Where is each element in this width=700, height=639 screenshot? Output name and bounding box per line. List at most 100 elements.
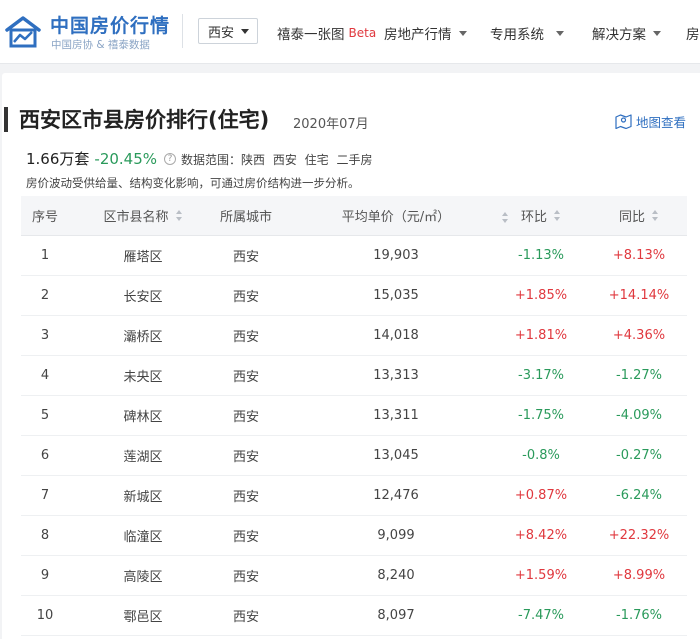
- chevron-down-icon: [653, 30, 661, 36]
- logo-subtitle: 中国房协 & 禧泰数据: [51, 39, 150, 51]
- header-price[interactable]: 平均单价（元/㎡）: [311, 196, 481, 235]
- sort-icon[interactable]: [554, 210, 561, 221]
- row-city: 西安: [232, 490, 259, 505]
- row-mom: +8.42%: [514, 528, 568, 543]
- row-city: 西安: [232, 570, 259, 585]
- row-district: 未央区: [123, 370, 163, 385]
- row-index: 8: [40, 528, 50, 543]
- map-view-label: 地图查看: [636, 115, 687, 130]
- logo-title[interactable]: 中国房价行情: [50, 11, 170, 38]
- row-district: 高陵区: [123, 570, 163, 585]
- data-scope: 数据范围：陕西 西安 住宅 二手房: [181, 153, 373, 167]
- sort-icon[interactable]: [652, 210, 659, 221]
- nav-item-label: 解决方案: [592, 27, 646, 43]
- table-row[interactable]: 3 灞桥区 西安 14,018 +1.81% +4.36%: [21, 316, 687, 356]
- nav-item-label: 房地产行情: [384, 27, 452, 43]
- nav-item-more[interactable]: 房: [686, 23, 700, 43]
- row-mom: +1.85%: [514, 288, 568, 303]
- row-city: 西安: [232, 410, 259, 425]
- table-row[interactable]: 5 碑林区 西安 13,311 -1.75% -4.09%: [21, 396, 687, 436]
- nav-item-map[interactable]: 禧泰一张图 Beta: [277, 23, 376, 43]
- row-district: 长安区: [123, 290, 163, 305]
- row-price: 8,240: [377, 568, 415, 583]
- chevron-down-icon: [458, 30, 467, 36]
- header-label: 所属城市: [219, 210, 272, 225]
- row-mom: -1.13%: [518, 248, 564, 263]
- beta-badge: Beta: [348, 26, 377, 40]
- summary-stats: 1.66万套 -20.45%: [26, 148, 157, 169]
- table-row[interactable]: 7 新城区 西安 12,476 +0.87% -6.24%: [21, 476, 687, 516]
- page-date: 2020年07月: [293, 117, 369, 132]
- row-index: 10: [36, 608, 54, 623]
- table-row[interactable]: 1 雁塔区 西安 19,903 -1.13% +8.13%: [21, 236, 687, 276]
- row-mom: +1.81%: [514, 328, 568, 343]
- row-yoy: -1.76%: [616, 608, 662, 623]
- map-pin-icon: [615, 114, 632, 129]
- row-yoy: +4.36%: [612, 328, 666, 343]
- nav-item-market[interactable]: 房地产行情: [384, 23, 467, 43]
- sort-icon[interactable]: [175, 210, 183, 221]
- row-price: 14,018: [373, 328, 419, 343]
- row-yoy: -6.24%: [616, 488, 662, 503]
- row-index: 9: [40, 568, 50, 583]
- row-price: 13,313: [373, 368, 419, 383]
- row-mom: -7.47%: [518, 608, 564, 623]
- header-mom[interactable]: 环比: [491, 196, 591, 235]
- header-label: 平均单价（元/㎡）: [341, 210, 451, 225]
- row-city: 西安: [232, 450, 259, 465]
- row-index: 3: [40, 328, 50, 343]
- row-city: 西安: [232, 250, 259, 265]
- row-mom: +0.87%: [514, 488, 568, 503]
- nav-item-systems[interactable]: 专用系统: [490, 23, 564, 43]
- row-city: 西安: [232, 330, 259, 345]
- top-navigation-bar: 中国房价行情 中国房协 & 禧泰数据 西安 禧泰一张图 Beta 房地产行情 专…: [0, 0, 700, 64]
- ranking-table: 序号 区市县名称 所属城市 平均单价（元/㎡） 环比 同比 1 雁塔区 西安 19,9…: [21, 196, 687, 636]
- header-district[interactable]: 区市县名称: [73, 196, 213, 235]
- table-row[interactable]: 6 莲湖区 西安 13,045 -0.8% -0.27%: [21, 436, 687, 476]
- table-row[interactable]: 8 临潼区 西安 9,099 +8.42% +22.32%: [21, 516, 687, 556]
- table-row[interactable]: 2 长安区 西安 15,035 +1.85% +14.14%: [21, 276, 687, 316]
- row-index: 7: [40, 488, 50, 503]
- chevron-down-icon: [241, 28, 250, 34]
- row-district: 雁塔区: [123, 250, 163, 265]
- row-price: 12,476: [373, 488, 419, 503]
- row-yoy: -0.27%: [616, 448, 662, 463]
- summary-change: -20.45%: [94, 150, 158, 168]
- row-district: 鄠邑区: [123, 610, 163, 625]
- row-price: 8,097: [377, 608, 415, 623]
- row-index: 6: [40, 448, 50, 463]
- row-yoy: +8.99%: [612, 568, 666, 583]
- row-mom: -0.8%: [522, 448, 560, 463]
- row-yoy: -4.09%: [616, 408, 662, 423]
- row-price: 13,311: [373, 408, 419, 423]
- header-label: 区市县名称: [103, 210, 169, 225]
- table-row[interactable]: 10 鄠邑区 西安 8,097 -7.47% -1.76%: [21, 596, 687, 636]
- table-body: 1 雁塔区 西安 19,903 -1.13% +8.13% 2 长安区 西安 15,035 +1.8…: [21, 236, 687, 636]
- chevron-down-icon: [556, 30, 564, 36]
- city-select[interactable]: 西安: [198, 18, 258, 44]
- nav-item-label: 禧泰一张图: [277, 27, 345, 43]
- row-yoy: +14.14%: [608, 288, 670, 303]
- question-circle-icon[interactable]: ?: [164, 153, 176, 165]
- header-divider: [182, 14, 183, 48]
- table-row[interactable]: 9 高陵区 西安 8,240 +1.59% +8.99%: [21, 556, 687, 596]
- row-district: 新城区: [123, 490, 163, 505]
- map-view-link[interactable]: 地图查看: [615, 112, 686, 131]
- header-yoy[interactable]: 同比: [591, 196, 687, 235]
- row-mom: -1.75%: [518, 408, 564, 423]
- row-price: 15,035: [373, 288, 419, 303]
- header-label: 环比: [520, 210, 547, 225]
- row-city: 西安: [232, 290, 259, 305]
- house-chart-icon[interactable]: [4, 14, 42, 50]
- header-label: 序号: [31, 210, 58, 225]
- row-yoy: -1.27%: [616, 368, 662, 383]
- table-header: 序号 区市县名称 所属城市 平均单价（元/㎡） 环比 同比: [21, 196, 687, 236]
- row-yoy: +22.32%: [608, 528, 670, 543]
- nav-item-solutions[interactable]: 解决方案: [592, 23, 661, 43]
- row-yoy: +8.13%: [612, 248, 666, 263]
- row-mom: -3.17%: [518, 368, 564, 383]
- table-row[interactable]: 4 未央区 西安 13,313 -3.17% -1.27%: [21, 356, 687, 396]
- page-title: 西安区市县房价排行(住宅): [19, 108, 270, 132]
- row-index: 5: [40, 408, 50, 423]
- row-district: 灞桥区: [123, 330, 163, 345]
